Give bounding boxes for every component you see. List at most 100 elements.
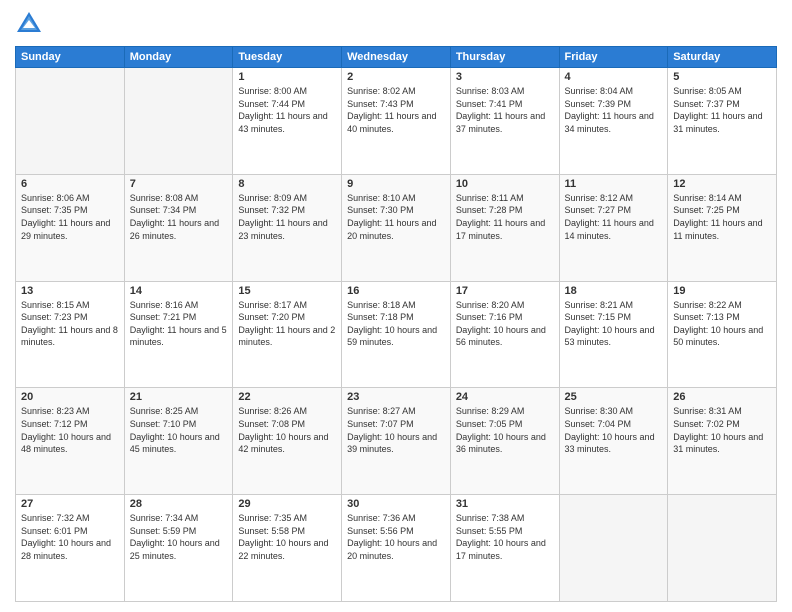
day-info: Sunrise: 8:08 AM Sunset: 7:34 PM Dayligh… — [130, 192, 228, 242]
weekday-header: Saturday — [668, 47, 777, 68]
day-info: Sunrise: 8:26 AM Sunset: 7:08 PM Dayligh… — [238, 405, 336, 455]
weekday-header: Thursday — [450, 47, 559, 68]
day-info: Sunrise: 8:02 AM Sunset: 7:43 PM Dayligh… — [347, 85, 445, 135]
day-info: Sunrise: 8:15 AM Sunset: 7:23 PM Dayligh… — [21, 299, 119, 349]
day-info: Sunrise: 7:34 AM Sunset: 5:59 PM Dayligh… — [130, 512, 228, 562]
logo-icon — [15, 10, 43, 38]
page: SundayMondayTuesdayWednesdayThursdayFrid… — [0, 0, 792, 612]
day-info: Sunrise: 8:11 AM Sunset: 7:28 PM Dayligh… — [456, 192, 554, 242]
calendar-week-row: 20Sunrise: 8:23 AM Sunset: 7:12 PM Dayli… — [16, 388, 777, 495]
day-number: 25 — [565, 391, 663, 403]
weekday-header: Tuesday — [233, 47, 342, 68]
calendar-cell: 11Sunrise: 8:12 AM Sunset: 7:27 PM Dayli… — [559, 174, 668, 281]
calendar-cell: 2 Sunrise: 8:02 AM Sunset: 7:43 PM Daylig… — [342, 68, 451, 175]
weekday-header: Wednesday — [342, 47, 451, 68]
calendar-cell: 22 Sunrise: 8:26 AM Sunset: 7:08 PM Dayli… — [233, 388, 342, 495]
day-number: 3 — [456, 71, 554, 83]
day-number: 22 — [238, 391, 336, 403]
day-number: 28 — [130, 498, 228, 510]
day-number: 27 — [21, 498, 119, 510]
calendar-cell: 16Sunrise: 8:18 AM Sunset: 7:18 PM Dayli… — [342, 281, 451, 388]
calendar-cell: 7 Sunrise: 8:08 AM Sunset: 7:34 PM Daylig… — [124, 174, 233, 281]
calendar-cell: 1 Sunrise: 8:00 AM Sunset: 7:44 PM Daylig… — [233, 68, 342, 175]
calendar-cell: 23Sunrise: 8:27 AM Sunset: 7:07 PM Dayli… — [342, 388, 451, 495]
day-number: 19 — [673, 285, 771, 297]
calendar-cell — [668, 495, 777, 602]
day-info: Sunrise: 8:00 AM Sunset: 7:44 PM Dayligh… — [238, 85, 336, 135]
calendar-week-row: 27 Sunrise: 7:32 AM Sunset: 6:01 PM Dayli… — [16, 495, 777, 602]
day-info: Sunrise: 8:06 AM Sunset: 7:35 PM Dayligh… — [21, 192, 119, 242]
calendar-cell: 15 Sunrise: 8:17 AM Sunset: 7:20 PM Dayli… — [233, 281, 342, 388]
calendar-cell — [124, 68, 233, 175]
calendar-week-row: 1 Sunrise: 8:00 AM Sunset: 7:44 PM Daylig… — [16, 68, 777, 175]
day-number: 8 — [238, 178, 336, 190]
day-info: Sunrise: 8:21 AM Sunset: 7:15 PM Dayligh… — [565, 299, 663, 349]
day-info: Sunrise: 8:17 AM Sunset: 7:20 PM Dayligh… — [238, 299, 336, 349]
day-number: 30 — [347, 498, 445, 510]
calendar-cell: 21Sunrise: 8:25 AM Sunset: 7:10 PM Dayli… — [124, 388, 233, 495]
calendar-cell: 18 Sunrise: 8:21 AM Sunset: 7:15 PM Dayli… — [559, 281, 668, 388]
day-info: Sunrise: 7:35 AM Sunset: 5:58 PM Dayligh… — [238, 512, 336, 562]
day-number: 6 — [21, 178, 119, 190]
day-info: Sunrise: 8:31 AM Sunset: 7:02 PM Dayligh… — [673, 405, 771, 455]
day-number: 5 — [673, 71, 771, 83]
calendar-cell: 13 Sunrise: 8:15 AM Sunset: 7:23 PM Dayli… — [16, 281, 125, 388]
calendar-week-row: 13 Sunrise: 8:15 AM Sunset: 7:23 PM Dayli… — [16, 281, 777, 388]
day-info: Sunrise: 8:14 AM Sunset: 7:25 PM Dayligh… — [673, 192, 771, 242]
day-number: 26 — [673, 391, 771, 403]
day-info: Sunrise: 8:05 AM Sunset: 7:37 PM Dayligh… — [673, 85, 771, 135]
day-number: 2 — [347, 71, 445, 83]
calendar-cell: 17 Sunrise: 8:20 AM Sunset: 7:16 PM Dayli… — [450, 281, 559, 388]
day-number: 11 — [565, 178, 663, 190]
calendar-cell — [559, 495, 668, 602]
calendar-cell: 20Sunrise: 8:23 AM Sunset: 7:12 PM Dayli… — [16, 388, 125, 495]
day-number: 10 — [456, 178, 554, 190]
calendar-cell: 9Sunrise: 8:10 AM Sunset: 7:30 PM Daylig… — [342, 174, 451, 281]
day-info: Sunrise: 7:32 AM Sunset: 6:01 PM Dayligh… — [21, 512, 119, 562]
day-number: 4 — [565, 71, 663, 83]
calendar-cell: 29 Sunrise: 7:35 AM Sunset: 5:58 PM Dayli… — [233, 495, 342, 602]
calendar-cell: 24Sunrise: 8:29 AM Sunset: 7:05 PM Dayli… — [450, 388, 559, 495]
calendar-cell: 31 Sunrise: 7:38 AM Sunset: 5:55 PM Dayli… — [450, 495, 559, 602]
weekday-header: Friday — [559, 47, 668, 68]
day-number: 24 — [456, 391, 554, 403]
day-info: Sunrise: 8:09 AM Sunset: 7:32 PM Dayligh… — [238, 192, 336, 242]
calendar-cell: 3 Sunrise: 8:03 AM Sunset: 7:41 PM Daylig… — [450, 68, 559, 175]
day-number: 17 — [456, 285, 554, 297]
calendar-cell: 30Sunrise: 7:36 AM Sunset: 5:56 PM Dayli… — [342, 495, 451, 602]
day-info: Sunrise: 8:16 AM Sunset: 7:21 PM Dayligh… — [130, 299, 228, 349]
day-number: 31 — [456, 498, 554, 510]
day-info: Sunrise: 8:03 AM Sunset: 7:41 PM Dayligh… — [456, 85, 554, 135]
calendar-cell: 14 Sunrise: 8:16 AM Sunset: 7:21 PM Dayli… — [124, 281, 233, 388]
weekday-header: Sunday — [16, 47, 125, 68]
day-info: Sunrise: 8:10 AM Sunset: 7:30 PM Dayligh… — [347, 192, 445, 242]
calendar-cell: 4 Sunrise: 8:04 AM Sunset: 7:39 PM Daylig… — [559, 68, 668, 175]
calendar-cell: 5 Sunrise: 8:05 AM Sunset: 7:37 PM Daylig… — [668, 68, 777, 175]
calendar-cell: 28 Sunrise: 7:34 AM Sunset: 5:59 PM Dayli… — [124, 495, 233, 602]
day-number: 29 — [238, 498, 336, 510]
day-number: 18 — [565, 285, 663, 297]
day-number: 13 — [21, 285, 119, 297]
calendar-cell: 10 Sunrise: 8:11 AM Sunset: 7:28 PM Dayli… — [450, 174, 559, 281]
day-number: 14 — [130, 285, 228, 297]
day-info: Sunrise: 8:20 AM Sunset: 7:16 PM Dayligh… — [456, 299, 554, 349]
calendar-header-row: SundayMondayTuesdayWednesdayThursdayFrid… — [16, 47, 777, 68]
day-info: Sunrise: 8:04 AM Sunset: 7:39 PM Dayligh… — [565, 85, 663, 135]
calendar-week-row: 6 Sunrise: 8:06 AM Sunset: 7:35 PM Daylig… — [16, 174, 777, 281]
logo — [15, 10, 47, 38]
day-info: Sunrise: 8:22 AM Sunset: 7:13 PM Dayligh… — [673, 299, 771, 349]
day-info: Sunrise: 8:30 AM Sunset: 7:04 PM Dayligh… — [565, 405, 663, 455]
day-info: Sunrise: 7:38 AM Sunset: 5:55 PM Dayligh… — [456, 512, 554, 562]
day-number: 7 — [130, 178, 228, 190]
calendar-cell: 8 Sunrise: 8:09 AM Sunset: 7:32 PM Daylig… — [233, 174, 342, 281]
calendar-cell: 12Sunrise: 8:14 AM Sunset: 7:25 PM Dayli… — [668, 174, 777, 281]
day-number: 16 — [347, 285, 445, 297]
calendar-cell — [16, 68, 125, 175]
day-number: 21 — [130, 391, 228, 403]
day-number: 23 — [347, 391, 445, 403]
day-number: 20 — [21, 391, 119, 403]
header — [15, 10, 777, 38]
calendar-table: SundayMondayTuesdayWednesdayThursdayFrid… — [15, 46, 777, 602]
day-number: 1 — [238, 71, 336, 83]
day-number: 15 — [238, 285, 336, 297]
